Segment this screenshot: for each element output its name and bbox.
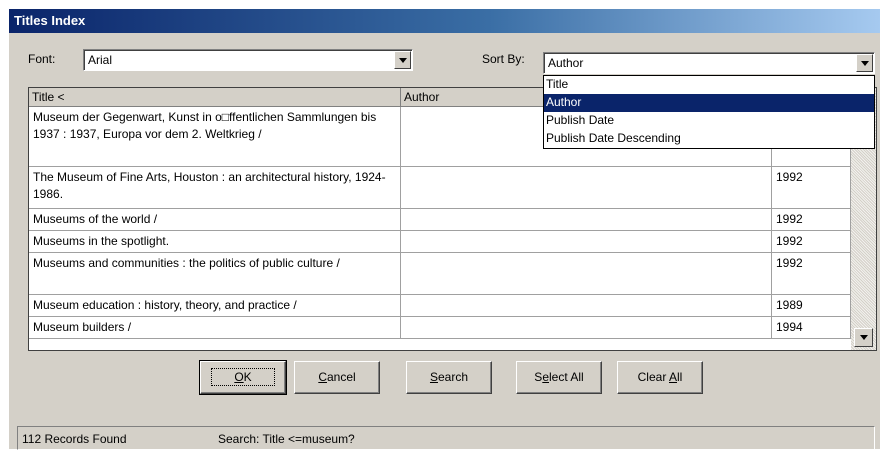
- author-cell: [401, 317, 772, 338]
- table-row[interactable]: The Museum of Fine Arts, Houston : an ar…: [29, 167, 851, 209]
- year-cell: 1992: [772, 231, 851, 252]
- sort-by-select[interactable]: Author: [543, 52, 875, 74]
- clear-all-button[interactable]: Clear All: [617, 361, 703, 394]
- title-cell: The Museum of Fine Arts, Houston : an ar…: [29, 167, 401, 208]
- records-found-text: 112 Records Found: [22, 432, 127, 446]
- author-cell: [401, 295, 772, 316]
- title-cell: Museum education : history, theory, and …: [29, 295, 401, 316]
- sort-by-options-list: Title Author Publish Date Publish Date D…: [543, 75, 875, 149]
- title-cell: Museums of the world /: [29, 209, 401, 230]
- author-cell: [401, 167, 772, 208]
- table-row[interactable]: Museum builders / 1994: [29, 317, 851, 339]
- title-cell: Museum der Gegenwart, Kunst in o□ffentli…: [29, 107, 401, 166]
- titles-index-window: Titles Index Font: Arial Sort By: Author…: [8, 8, 880, 450]
- table-row[interactable]: Museums of the world / 1992: [29, 209, 851, 231]
- table-row[interactable]: Museums and communities : the politics o…: [29, 253, 851, 295]
- font-label: Font:: [28, 52, 56, 66]
- title-cell: Museum builders /: [29, 317, 401, 338]
- ok-button-label: OK: [211, 368, 275, 386]
- clear-all-button-label: Clear All: [637, 370, 683, 384]
- status-bar: 112 Records Found Search: Title <=museum…: [17, 426, 875, 450]
- sort-option-publish-date[interactable]: Publish Date: [544, 112, 874, 130]
- sort-by-label: Sort By:: [482, 52, 525, 66]
- title-cell: Museums in the spotlight.: [29, 231, 401, 252]
- window-title: Titles Index: [9, 9, 880, 33]
- font-select-value: Arial: [88, 53, 113, 67]
- sort-option-author[interactable]: Author: [544, 94, 874, 112]
- table-row[interactable]: Museums in the spotlight. 1992: [29, 231, 851, 253]
- search-button-label: Search: [429, 370, 469, 384]
- font-select[interactable]: Arial: [83, 49, 413, 71]
- column-header-title[interactable]: Title <: [29, 88, 401, 107]
- year-cell: 1994: [772, 317, 851, 338]
- select-all-button-label: Select All: [534, 370, 584, 384]
- sort-option-title[interactable]: Title: [544, 76, 874, 94]
- sort-by-select-value: Author: [548, 56, 584, 70]
- ok-button[interactable]: OK: [199, 360, 287, 395]
- author-cell: [401, 253, 772, 294]
- cancel-button-label: Cancel: [318, 370, 356, 384]
- sort-by-dropdown-button[interactable]: [856, 54, 873, 72]
- year-cell: 1992: [772, 253, 851, 294]
- cancel-button[interactable]: Cancel: [294, 361, 380, 394]
- author-cell: [401, 231, 772, 252]
- table-row[interactable]: Museum education : history, theory, and …: [29, 295, 851, 317]
- font-dropdown-button[interactable]: [394, 51, 411, 69]
- scroll-down-button[interactable]: [854, 328, 873, 347]
- select-all-button[interactable]: Select All: [516, 361, 602, 394]
- year-cell: 1992: [772, 167, 851, 208]
- search-button[interactable]: Search: [406, 361, 492, 394]
- year-cell: 1992: [772, 209, 851, 230]
- search-query-text: Search: Title <=museum?: [218, 432, 355, 446]
- year-cell: 1989: [772, 295, 851, 316]
- sort-option-publish-date-descending[interactable]: Publish Date Descending: [544, 130, 874, 148]
- author-cell: [401, 209, 772, 230]
- title-cell: Museums and communities : the politics o…: [29, 253, 401, 294]
